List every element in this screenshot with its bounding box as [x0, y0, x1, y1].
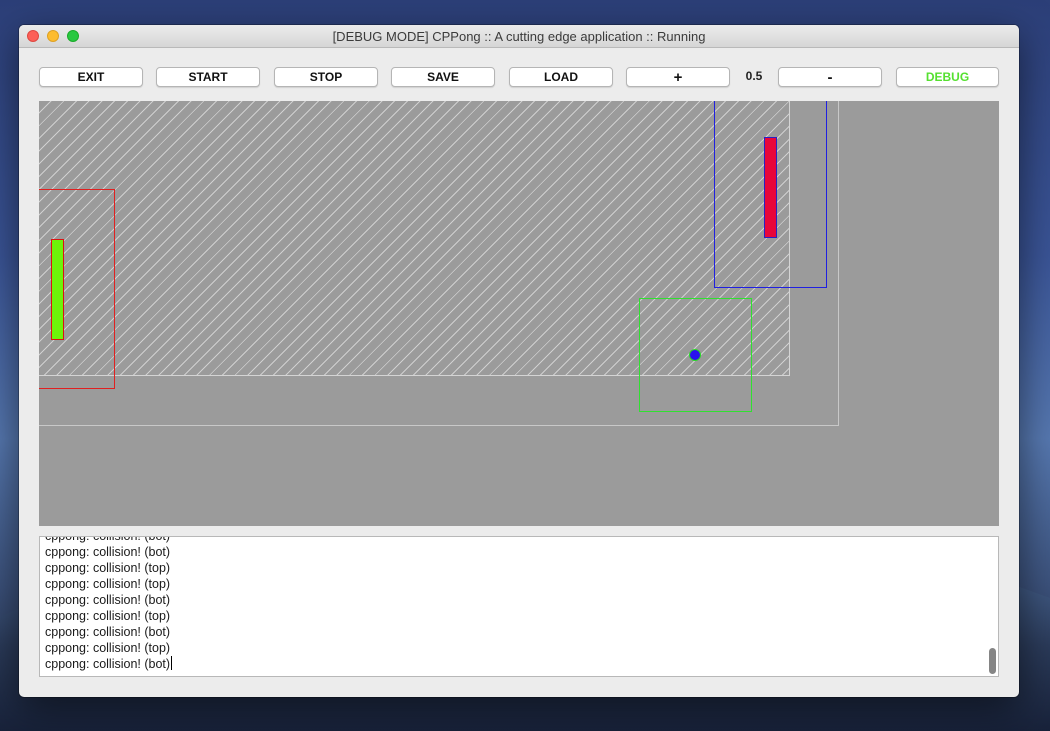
- log-lines: cppong: collision! (bot) cppong: collisi…: [45, 536, 173, 672]
- right-paddle: [764, 137, 777, 238]
- left-paddle: [51, 239, 64, 340]
- log-line: cppong: collision! (top): [45, 577, 171, 591]
- exit-button[interactable]: EXIT: [39, 67, 143, 87]
- log-scrollbar[interactable]: [989, 648, 996, 674]
- log-line: cppong: collision! (bot): [45, 656, 173, 672]
- log-line-text: cppong: collision! (bot): [45, 657, 171, 671]
- ball: [689, 349, 701, 361]
- log-line: cppong: collision! (top): [45, 641, 171, 655]
- title-bar[interactable]: [DEBUG MODE] CPPong :: A cutting edge ap…: [19, 25, 1019, 48]
- log-output[interactable]: cppong: collision! (bot) cppong: collisi…: [39, 536, 999, 677]
- window-title: [DEBUG MODE] CPPong :: A cutting edge ap…: [332, 29, 706, 44]
- text-caret: [171, 656, 173, 670]
- log-line: cppong: collision! (bot): [45, 625, 171, 639]
- log-line: cppong: collision! (bot): [45, 545, 171, 559]
- log-line: cppong: collision! (top): [45, 609, 171, 623]
- speed-decrease-button[interactable]: -: [778, 67, 882, 87]
- app-window: [DEBUG MODE] CPPong :: A cutting edge ap…: [19, 25, 1019, 697]
- speed-value: 0.5: [745, 69, 763, 83]
- log-line: cppong: collision! (top): [45, 561, 171, 575]
- log-line: cppong: collision! (bot): [45, 593, 171, 607]
- debug-button[interactable]: DEBUG: [896, 67, 999, 87]
- game-canvas[interactable]: [39, 101, 999, 526]
- save-button[interactable]: SAVE: [391, 67, 495, 87]
- start-button[interactable]: START: [156, 67, 260, 87]
- stop-button[interactable]: STOP: [274, 67, 378, 87]
- speed-increase-button[interactable]: +: [626, 67, 730, 87]
- log-line: cppong: collision! (bot): [45, 536, 171, 543]
- load-button[interactable]: LOAD: [509, 67, 613, 87]
